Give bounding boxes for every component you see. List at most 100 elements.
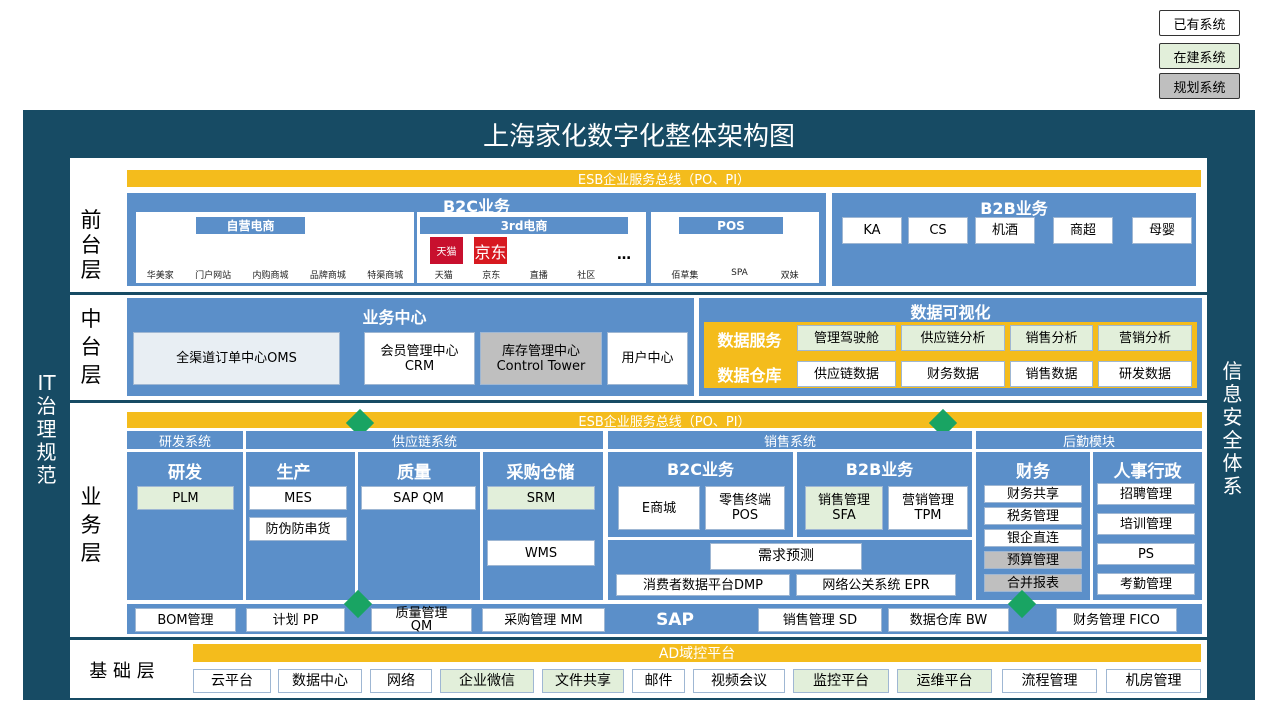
retail-pos-box: 零售终端 POS	[705, 486, 785, 530]
data-warehouse-item: 研发数据	[1098, 361, 1192, 387]
security-system-rail: 信 息 安 全 体 系	[1210, 158, 1255, 700]
sfa-box: 销售管理 SFA	[805, 486, 883, 530]
rail-char: 全	[1222, 428, 1243, 452]
tab-sales-system: 销售系统	[608, 431, 972, 450]
finance-item: 财务共享	[984, 485, 1082, 503]
channel-label: 佰草集	[671, 271, 699, 281]
more-icon: …	[617, 247, 631, 263]
hr-item: 培训管理	[1097, 513, 1195, 535]
rail-char: 体	[1222, 451, 1243, 475]
channel-label: 京东	[482, 271, 501, 281]
b2b-channel: 商超	[1053, 217, 1113, 244]
channel-label: 特渠商城	[367, 271, 404, 281]
sap-qm-box: SAP QM	[361, 486, 476, 510]
layer-char: 前	[80, 207, 102, 232]
tab-backoffice: 后勤模块	[976, 431, 1202, 450]
crm-box: 会员管理中心 CRM	[364, 332, 475, 385]
base-item: 邮件	[632, 669, 685, 693]
base-item: 数据中心	[278, 669, 362, 693]
base-item: 视频会议	[693, 669, 785, 693]
tpm-line: TPM	[914, 508, 942, 523]
tpm-box: 营销管理 TPM	[888, 486, 968, 530]
channel-label: 华美家	[146, 271, 174, 281]
middle-layer-label: 中 台 层	[72, 302, 110, 392]
ad-domain-bar: AD域控平台	[193, 644, 1201, 662]
rail-char: IT	[37, 370, 56, 395]
data-service-item: 销售分析	[1010, 325, 1093, 351]
sap-module: BOM管理	[135, 608, 236, 632]
sap-module: 数据仓库 BW	[888, 608, 1009, 632]
pos-items: 佰草集 SPA 双妹	[655, 268, 815, 282]
b2b-front-title: B2B业务	[980, 199, 1048, 218]
layer-char: 层	[80, 257, 102, 282]
b2b-channel: KA	[842, 217, 902, 244]
oms-box: 全渠道订单中心OMS	[133, 332, 340, 385]
data-warehouse-item: 供应链数据	[797, 361, 896, 387]
sales-b2c-title: B2C业务	[666, 460, 735, 479]
sap-module: 财务管理 FICO	[1056, 608, 1177, 632]
base-item: 文件共享	[542, 669, 624, 693]
layer-char: 中	[80, 307, 102, 331]
tmall-logo-icon: 天猫	[430, 237, 463, 264]
channel-label: 社区	[577, 271, 596, 281]
rail-char: 治	[36, 393, 57, 418]
layer-char: 业	[80, 485, 102, 509]
it-governance-rail: IT 治 理 规 范	[23, 158, 70, 700]
crm-line: 会员管理中心	[380, 343, 459, 359]
quality-title: 质量	[397, 462, 431, 483]
business-center-title: 业务中心	[362, 308, 427, 327]
diagram-title: 上海家化数字化整体架构图	[482, 121, 795, 152]
epr-box: 网络公关系统 EPR	[796, 574, 956, 596]
base-item: 网络	[370, 669, 432, 693]
base-item: 云平台	[193, 669, 271, 693]
sap-module-line: QM	[410, 619, 433, 634]
production-title: 生产	[276, 462, 311, 483]
self-ecom-items: 华美家 门户网站 内购商城 品牌商城 特渠商城	[136, 268, 414, 282]
anti-counterfeit-box: 防伪防串货	[249, 517, 347, 541]
base-layer-label: 基 础 层	[89, 661, 155, 682]
channel-label: 内购商城	[252, 271, 289, 281]
rail-char: 信	[1222, 359, 1243, 383]
channel-label: 门户网站	[195, 271, 232, 281]
legend-existing: 已有系统	[1159, 10, 1240, 36]
layer-char: 层	[80, 541, 102, 565]
sfa-line: SFA	[832, 508, 856, 523]
layer-char: 务	[80, 513, 102, 537]
hr-item: 考勤管理	[1097, 573, 1195, 595]
sfa-line: 销售管理	[817, 493, 870, 508]
sap-module: 计划 PP	[246, 608, 345, 632]
esb-bus-top: ESB企业服务总线（PO、PI）	[127, 170, 1201, 188]
b2b-channel: CS	[908, 217, 968, 244]
rd-title: 研发	[168, 462, 202, 483]
tpm-line: 营销管理	[901, 493, 954, 508]
retail-line: 零售终端	[718, 493, 771, 508]
srm-box: SRM	[487, 486, 595, 510]
data-warehouse-item: 销售数据	[1010, 361, 1093, 387]
inventory-line: 库存管理中心	[501, 343, 580, 359]
channel-label: 天猫	[434, 271, 453, 281]
data-visualization-title: 数据可视化	[910, 303, 991, 322]
data-service-label: 数据服务	[717, 330, 782, 350]
legend-planned: 规划系统	[1159, 73, 1240, 99]
rail-char: 规	[36, 439, 57, 464]
dmp-box: 消费者数据平台DMP	[616, 574, 790, 596]
sap-label: SAP	[656, 610, 694, 630]
inventory-line: Control Tower	[496, 358, 586, 374]
base-item: 运维平台	[897, 669, 992, 693]
rail-char: 范	[36, 462, 57, 487]
finance-title: 财务	[1016, 461, 1050, 482]
finance-item: 银企直连	[984, 529, 1082, 547]
demand-forecast-box: 需求预测	[710, 543, 862, 570]
rail-char: 安	[1222, 405, 1243, 429]
sales-b2b-title: B2B业务	[845, 460, 914, 479]
layer-char: 层	[80, 363, 102, 387]
tab-rd-system: 研发系统	[127, 431, 243, 450]
base-item: 机房管理	[1106, 669, 1201, 693]
pos-title: POS	[679, 217, 783, 234]
self-ecom-title: 自营电商	[196, 217, 305, 234]
business-layer-label: 业 务 层	[72, 480, 110, 570]
finance-item: 预算管理	[984, 551, 1082, 569]
data-service-item: 营销分析	[1098, 325, 1192, 351]
rail-char: 系	[1222, 474, 1243, 498]
data-service-item: 管理驾驶舱	[797, 325, 896, 351]
